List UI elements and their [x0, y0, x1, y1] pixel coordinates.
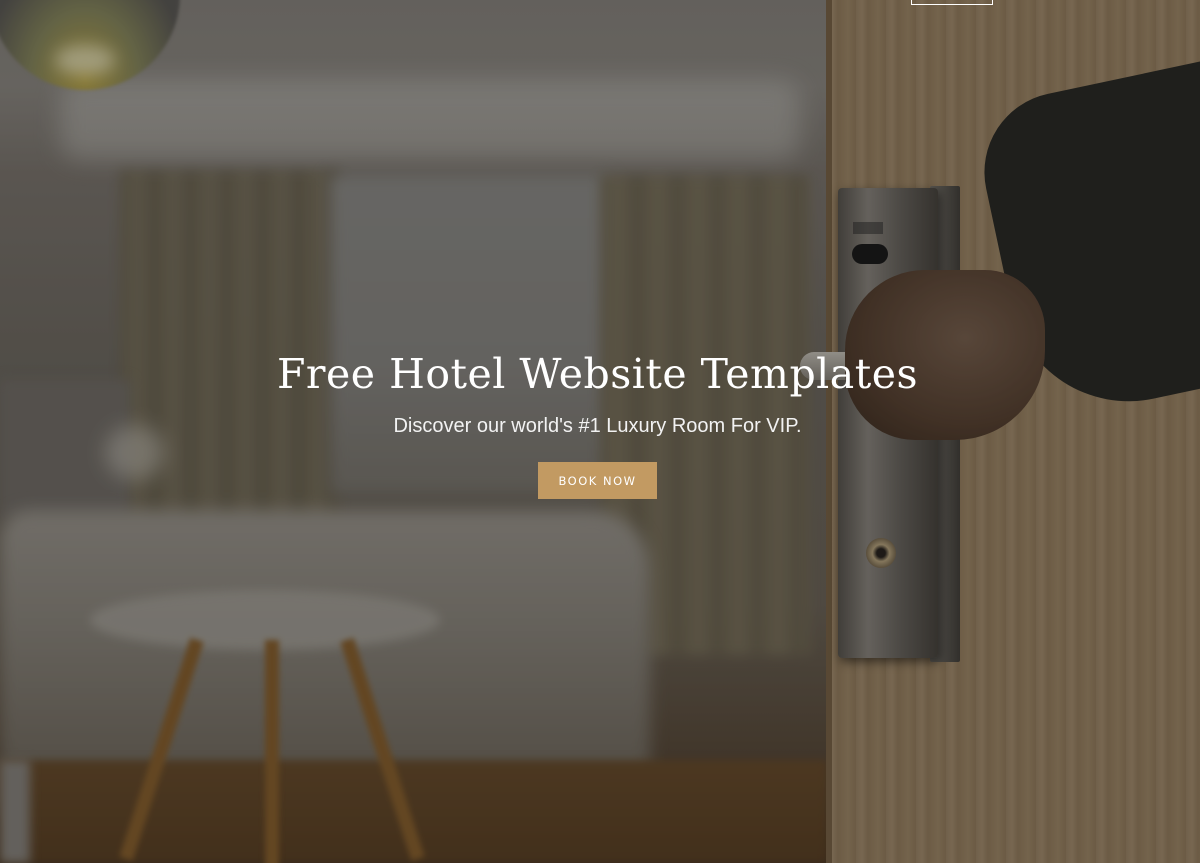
hero-content: Free Hotel Website Templates Discover ou… — [0, 0, 1200, 863]
hero-subtitle: Discover our world's #1 Luxury Room For … — [393, 415, 802, 437]
book-now-button[interactable]: BOOK NOW — [538, 462, 657, 499]
hero-section: Free Hotel Website Templates Discover ou… — [0, 0, 1200, 863]
hero-title: Free Hotel Website Templates — [276, 350, 919, 398]
